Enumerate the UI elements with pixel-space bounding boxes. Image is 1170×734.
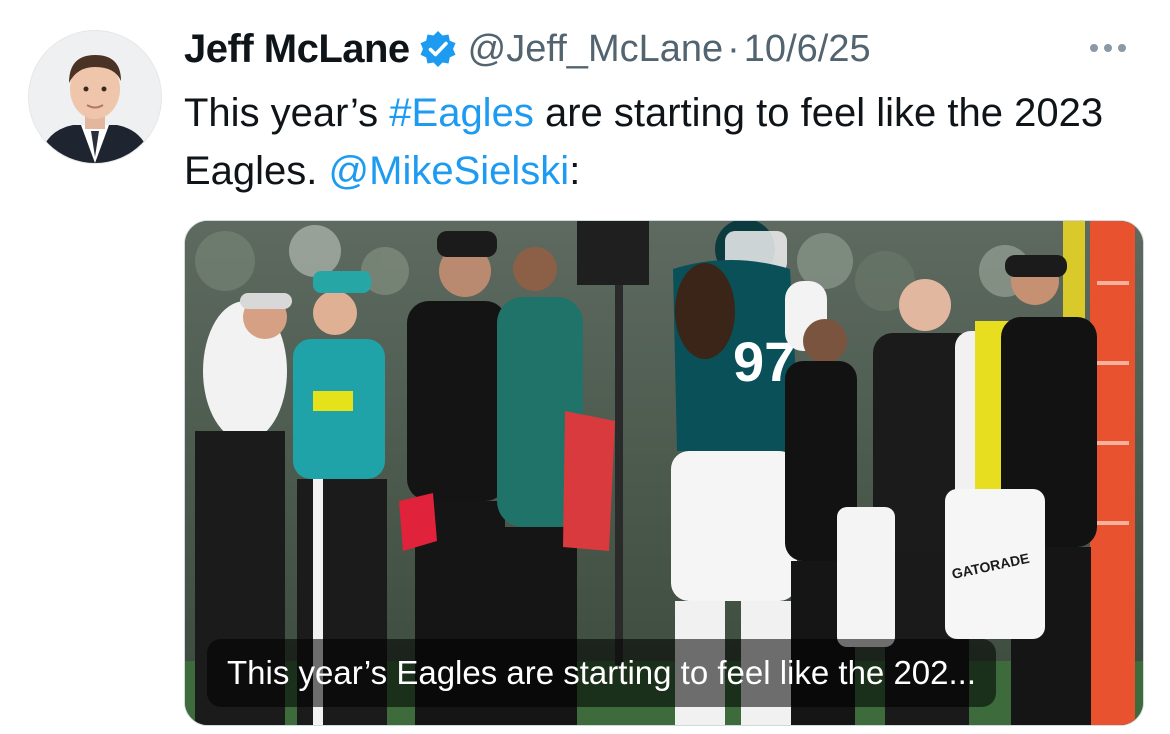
author-name[interactable]: Jeff McLane: [184, 27, 410, 72]
more-dot: [1118, 44, 1126, 52]
verified-badge-icon: [418, 29, 458, 69]
tweet-text-part: This year’s: [184, 91, 390, 135]
avatar-portrait: [29, 31, 161, 163]
more-dot: [1090, 44, 1098, 52]
header-separator: ·: [727, 27, 740, 70]
tweet-media-video[interactable]: 97 GATORADE This year’s Eagles are start…: [184, 220, 1144, 726]
mention-link[interactable]: @MikeSielski: [329, 149, 570, 193]
tweet-text: This year’s #Eagles are starting to feel…: [184, 84, 1134, 200]
hashtag-link[interactable]: #Eagles: [389, 91, 534, 135]
tweet-text-part: :: [569, 149, 581, 193]
tweet-date[interactable]: 10/6/25: [744, 28, 871, 71]
more-options-icon[interactable]: [1090, 36, 1146, 60]
tweet-header: Jeff McLane @Jeff_McLane · 10/6/25: [184, 24, 871, 74]
author-avatar[interactable]: [28, 30, 162, 164]
author-handle[interactable]: @Jeff_McLane: [468, 28, 723, 71]
more-dot: [1104, 44, 1112, 52]
media-caption: This year’s Eagles are starting to feel …: [207, 639, 997, 707]
